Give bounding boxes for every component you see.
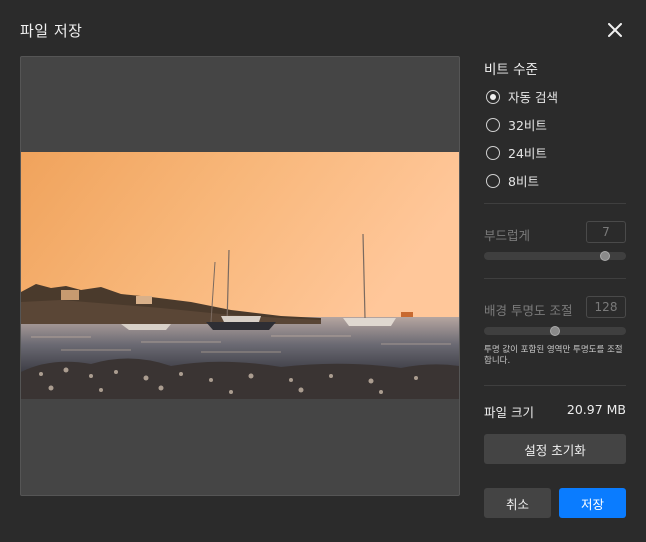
file-size-value: 20.97 MB [566, 402, 626, 417]
radio-8bit[interactable]: 8비트 [486, 171, 539, 190]
save-file-dialog: 파일 저장 비트 수준 자동 검색 32비트 24비트 8비트 부드럽게 7 배… [0, 0, 646, 542]
divider [484, 203, 626, 204]
radio-circle [486, 145, 500, 160]
bg-transparency-slider-thumb[interactable] [550, 326, 560, 336]
close-icon[interactable] [604, 19, 626, 41]
divider [484, 385, 626, 386]
dialog-title: 파일 저장 [20, 22, 83, 40]
bit-depth-title: 비트 수준 [484, 62, 538, 78]
radio-label: 8비트 [508, 174, 539, 189]
file-size-label: 파일 크기 [484, 405, 534, 420]
smoothness-slider[interactable] [484, 251, 626, 261]
radio-circle [486, 89, 500, 104]
bg-transparency-note: 투명 값이 포함된 영역만 투명도를 조절합니다. [484, 345, 623, 366]
image-preview [20, 56, 460, 496]
reset-settings-button[interactable]: 설정 초기화 [484, 434, 626, 464]
bg-transparency-slider[interactable] [484, 326, 626, 336]
cancel-button[interactable]: 취소 [484, 488, 551, 518]
radio-label: 자동 검색 [508, 90, 558, 105]
radio-label: 32비트 [508, 118, 547, 133]
radio-circle [486, 173, 500, 188]
radio-circle [486, 117, 500, 132]
smoothness-input[interactable]: 7 [586, 221, 626, 243]
radio-auto-detect[interactable]: 자동 검색 [486, 87, 558, 106]
radio-24bit[interactable]: 24비트 [486, 143, 547, 162]
divider [484, 278, 626, 279]
smoothness-label: 부드럽게 [484, 228, 531, 243]
radio-dot [490, 93, 496, 100]
smoothness-slider-thumb[interactable] [600, 251, 610, 261]
radio-32bit[interactable]: 32비트 [486, 115, 547, 134]
save-button[interactable]: 저장 [559, 488, 626, 518]
preview-image [21, 152, 459, 399]
radio-label: 24비트 [508, 146, 547, 161]
bg-transparency-input[interactable]: 128 [586, 296, 626, 318]
bg-transparency-label: 배경 투명도 조절 [484, 303, 573, 318]
